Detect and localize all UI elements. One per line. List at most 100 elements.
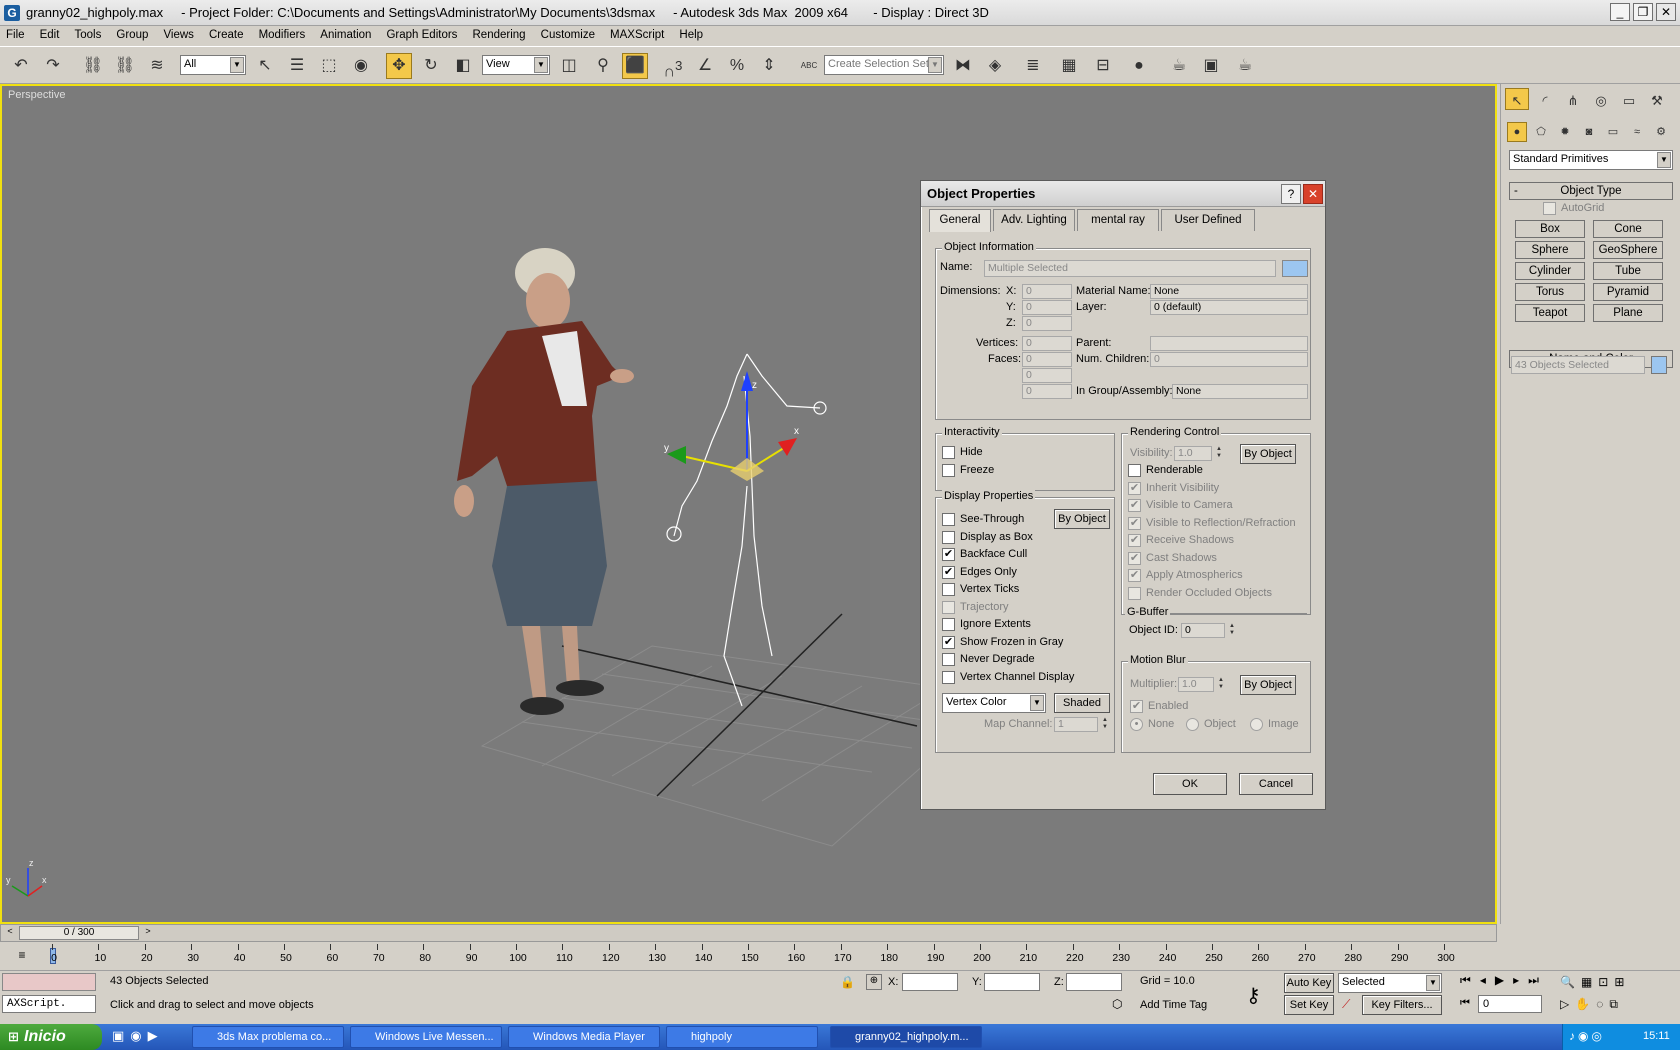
visibility-field[interactable]: 1.0 <box>1174 446 1212 461</box>
task-messenger[interactable]: Windows Live Messen... <box>350 1026 502 1048</box>
layer-field[interactable]: 0 (default) <box>1150 300 1308 315</box>
display-option-checkbox-3[interactable]: ✔ <box>942 565 955 579</box>
torus-button[interactable]: Torus <box>1515 283 1585 301</box>
firefox-icon[interactable]: ◉ <box>130 1028 147 1043</box>
dimension-y-field[interactable]: 0 <box>1022 300 1072 315</box>
spinner-snap-icon[interactable]: ⇕ <box>756 53 782 79</box>
display-option-checkbox-2[interactable]: ✔ <box>942 548 955 561</box>
tab-mental-ray[interactable]: mental ray <box>1077 209 1159 231</box>
hierarchy-tab-icon[interactable]: ⋔ <box>1561 88 1585 110</box>
render-option-checkbox-6[interactable]: ✔ <box>1128 569 1141 582</box>
dimension-x-field[interactable]: 0 <box>1022 284 1072 299</box>
named-selection-set-dropdown[interactable]: Create Selection Set ▼ <box>824 55 944 75</box>
menu-animation[interactable]: Animation <box>314 26 377 41</box>
menu-customize[interactable]: Customize <box>535 26 601 41</box>
select-object-icon[interactable]: ↖ <box>252 53 278 79</box>
time-slider-track[interactable]: < 0 / 300 > <box>0 924 1497 942</box>
name-field[interactable]: Multiple Selected <box>984 260 1276 277</box>
coord-x-field[interactable] <box>902 973 958 991</box>
maximize-viewport-icon[interactable]: ⧉ <box>1609 997 1624 1011</box>
curve-editor-icon[interactable]: ▦ <box>1056 53 1082 79</box>
pivot-center-icon[interactable]: ◫ <box>556 53 582 79</box>
shapes-icon[interactable]: ⬠ <box>1531 122 1551 142</box>
maxscript-listener-mini[interactable] <box>2 973 96 991</box>
motion-blur-enabled-checkbox[interactable]: ✔ <box>1130 700 1143 713</box>
display-by-object-button[interactable]: By Object <box>1054 509 1110 529</box>
angle-snap-icon[interactable]: ∠ <box>692 53 718 79</box>
blur-image-radio[interactable] <box>1250 718 1263 731</box>
teapot-button[interactable]: Teapot <box>1515 304 1585 322</box>
key-filters-button[interactable]: Key Filters... <box>1362 995 1442 1015</box>
motion-tab-icon[interactable]: ◎ <box>1589 88 1613 110</box>
select-and-scale-icon[interactable]: ◧ <box>450 53 476 79</box>
freeze-checkbox[interactable] <box>942 464 955 477</box>
maxscript-mini-input[interactable]: AXScript. <box>2 995 96 1013</box>
task-firefox[interactable]: 3ds Max problema co... <box>192 1026 344 1048</box>
dialog-close-icon[interactable]: ✕ <box>1303 184 1323 204</box>
chevron-right-icon[interactable]: > <box>141 926 155 940</box>
hide-checkbox[interactable] <box>942 446 955 459</box>
pyramid-button[interactable]: Pyramid <box>1593 283 1663 301</box>
task-3dsmax[interactable]: granny02_highpoly.m... <box>830 1026 982 1048</box>
display-option-checkbox-8[interactable] <box>942 653 955 666</box>
map-channel-field[interactable]: 1 <box>1054 717 1098 732</box>
unlink-icon[interactable]: ⛓ <box>112 53 138 79</box>
geometry-icon[interactable]: ● <box>1507 122 1527 142</box>
display-option-checkbox-7[interactable]: ✔ <box>942 635 955 649</box>
cameras-icon[interactable]: ◙ <box>1579 122 1599 142</box>
percent-snap-icon[interactable]: % <box>724 53 750 79</box>
info-extra-field-2[interactable]: 0 <box>1022 384 1072 399</box>
display-option-checkbox-0[interactable] <box>942 513 955 526</box>
display-option-checkbox-6[interactable] <box>942 618 955 631</box>
redo-icon[interactable]: ↷ <box>40 53 66 79</box>
pan-icon[interactable]: ✋ <box>1575 997 1596 1011</box>
render-option-checkbox-3[interactable]: ✔ <box>1128 516 1141 530</box>
menu-views[interactable]: Views <box>157 26 199 41</box>
time-slider-thumb[interactable]: 0 / 300 <box>19 926 139 940</box>
cancel-button[interactable]: Cancel <box>1239 773 1313 795</box>
rendered-frame-window-icon[interactable]: ▣ <box>1198 53 1224 79</box>
auto-key-button[interactable]: Auto Key <box>1284 973 1334 993</box>
coord-y-field[interactable] <box>984 973 1040 991</box>
task-media-player[interactable]: Windows Media Player <box>508 1026 660 1048</box>
cylinder-button[interactable]: Cylinder <box>1515 262 1585 280</box>
lights-icon[interactable]: ✹ <box>1555 122 1575 142</box>
dimension-z-field[interactable]: 0 <box>1022 316 1072 331</box>
menu-help[interactable]: Help <box>673 26 709 41</box>
menu-rendering[interactable]: Rendering <box>467 26 532 41</box>
object-name-field[interactable]: 43 Objects Selected <box>1511 356 1645 374</box>
tab-general[interactable]: General <box>929 209 991 232</box>
material-editor-icon[interactable]: ● <box>1126 53 1152 79</box>
ok-button[interactable]: OK <box>1153 773 1227 795</box>
add-time-tag-button[interactable]: Add Time Tag <box>1140 999 1207 1011</box>
help-icon[interactable]: ? <box>1281 184 1301 204</box>
previous-frame-icon[interactable]: ◂ <box>1480 973 1495 987</box>
zoom-extents-icon[interactable]: ⊡ <box>1598 975 1614 989</box>
menu-create[interactable]: Create <box>203 26 250 41</box>
map-channel-spinner-icon[interactable]: ▲ ▼ <box>1100 717 1110 732</box>
menu-maxscript[interactable]: MAXScript <box>604 26 670 41</box>
group-assembly-field[interactable]: None <box>1172 384 1308 399</box>
next-frame-icon[interactable]: ▸ <box>1513 973 1528 987</box>
geosphere-button[interactable]: GeoSphere <box>1593 241 1663 259</box>
menu-group[interactable]: Group <box>110 26 154 41</box>
menu-tools[interactable]: Tools <box>68 26 107 41</box>
lock-selection-icon[interactable]: 🔒 <box>840 975 855 989</box>
render-option-checkbox-4[interactable]: ✔ <box>1128 534 1141 547</box>
go-to-end-icon[interactable]: ⏭ <box>1528 973 1548 987</box>
display-option-checkbox-4[interactable] <box>942 583 955 596</box>
sphere-button[interactable]: Sphere <box>1515 241 1585 259</box>
start-button[interactable]: ⊞ Inicio <box>0 1024 102 1050</box>
current-frame-field[interactable]: 0 <box>1478 995 1542 1013</box>
shaded-button[interactable]: Shaded <box>1054 693 1110 713</box>
keyboard-shortcut-override-icon[interactable]: ⬛ <box>622 53 648 79</box>
coord-z-field[interactable] <box>1066 973 1122 991</box>
tube-button[interactable]: Tube <box>1593 262 1663 280</box>
undo-icon[interactable]: ↶ <box>8 53 34 79</box>
parent-field[interactable] <box>1150 336 1308 351</box>
task-highpoly-folder[interactable]: highpoly <box>666 1026 818 1048</box>
select-and-move-icon[interactable]: ✥ <box>386 53 412 79</box>
display-tab-icon[interactable]: ▭ <box>1617 88 1641 110</box>
key-icon[interactable]: ⚷ <box>1246 983 1261 1008</box>
zoom-all-icon[interactable]: ▦ <box>1581 975 1598 989</box>
